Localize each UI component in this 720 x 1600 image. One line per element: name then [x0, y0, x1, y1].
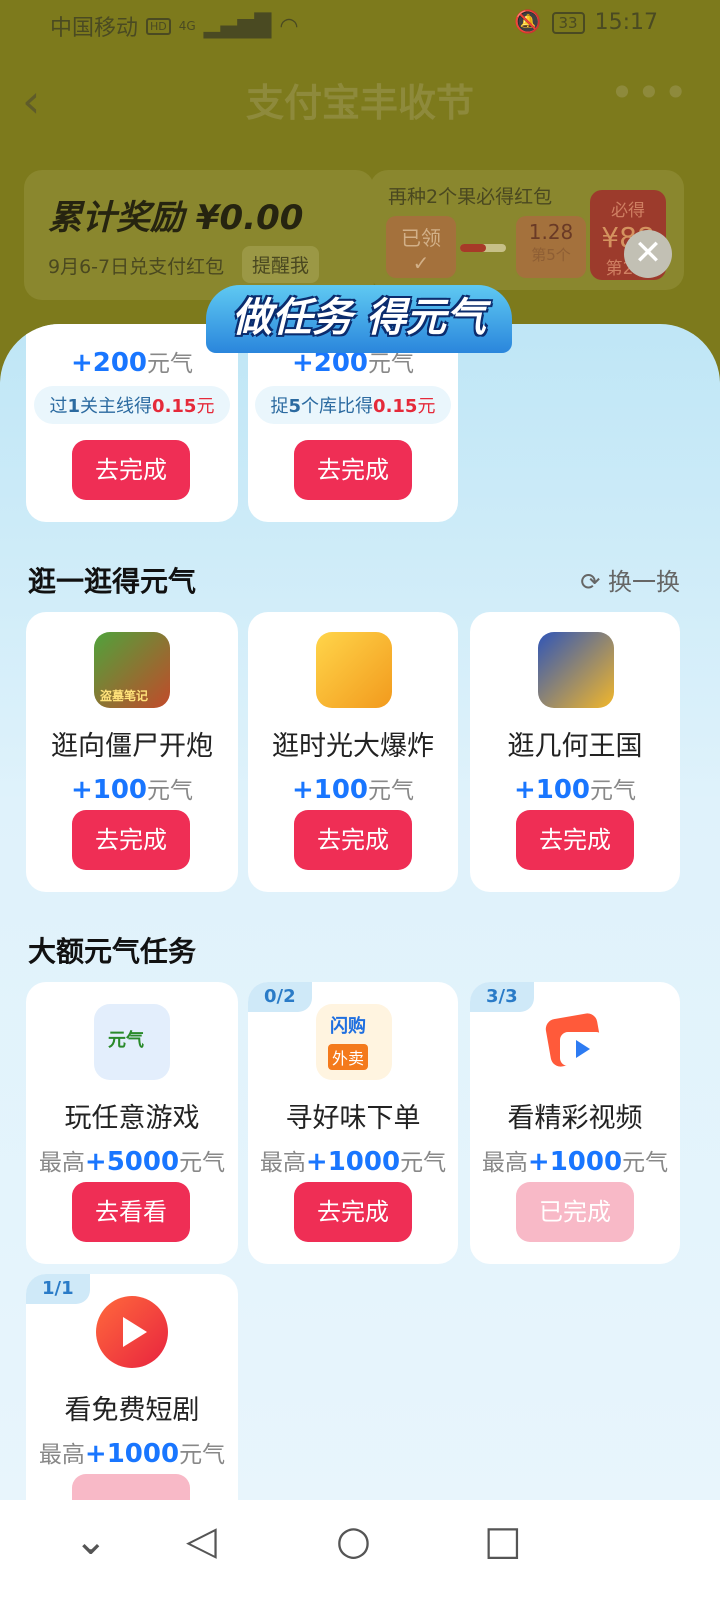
home-circle-icon[interactable]: ○ — [336, 1518, 371, 1564]
complete-button[interactable]: 去完成 — [294, 440, 412, 500]
nav-bar: ‹ 支付宝丰收节 ••• — [0, 60, 720, 140]
browse-name: 逛向僵尸开炮 — [51, 731, 213, 762]
reward-total: 累计奖励 ¥0.00 — [48, 198, 304, 238]
refresh-icon: ⟳ — [580, 568, 601, 596]
next-redpack-box: 1.28 第5个 — [516, 216, 586, 278]
close-icon[interactable]: ✕ — [624, 230, 672, 278]
next-redpack-value: 1.28 — [528, 220, 574, 244]
browse-card[interactable]: 逛几何王国 +100元气 去完成 — [470, 612, 680, 892]
task-banner: 做任务 得元气 — [206, 285, 512, 353]
next-redpack-day: 第5个 — [531, 246, 571, 264]
task-progress: 3/3 — [470, 982, 534, 1012]
browse-card[interactable]: 盗墓笔记 逛向僵尸开炮 +100元气 去完成 — [26, 612, 238, 892]
big-task-card[interactable]: 0/2 闪购 外卖 寻好味下单 最高+1000元气 去完成 — [248, 982, 458, 1264]
mute-icon: 🔕 — [514, 10, 542, 35]
task-progress: 0/2 — [248, 982, 312, 1012]
browse-reward: +100元气 — [513, 775, 637, 805]
browse-section-title: 逛一逛得元气 — [28, 565, 197, 598]
wifi-icon: ◠ — [279, 13, 299, 39]
battery-icon: 33 — [551, 11, 585, 34]
browse-name: 逛时光大爆炸 — [272, 731, 434, 762]
task-condition: 捉5个库比得0.15元 — [254, 386, 452, 424]
refresh-label: 换一换 — [608, 568, 680, 596]
claimed-box: 已领 ✓ — [386, 216, 456, 278]
browse-card[interactable]: 逛时光大爆炸 +100元气 去完成 — [248, 612, 458, 892]
task-progress: 1/1 — [26, 1274, 90, 1304]
done-button: 已完成 — [516, 1182, 634, 1242]
chevron-down-icon[interactable]: ⌄ — [74, 1518, 108, 1564]
redpack-hint: 再种2个果必得红包 — [388, 186, 553, 208]
reward-card[interactable]: 累计奖励 ¥0.00 9月6-7日兑支付红包 提醒我 — [24, 170, 374, 300]
video-icon — [538, 1004, 614, 1080]
claimed-label: 已领 — [401, 226, 441, 250]
big-task-name: 寻好味下单 — [285, 1103, 421, 1134]
redpack-progress — [460, 244, 506, 252]
wizard-game-icon — [538, 632, 614, 708]
game-icon: 元气 — [94, 1004, 170, 1080]
play-icon — [96, 1296, 168, 1368]
big-task-name: 玩任意游戏 — [64, 1103, 200, 1134]
task-card: +200元气 过1关主线得0.15元 去完成 — [26, 324, 238, 522]
big-task-reward: 最高+1000元气 — [38, 1439, 226, 1469]
big-task-card[interactable]: 元气 玩任意游戏 最高+5000元气 去看看 — [26, 982, 238, 1264]
task-card: +200元气 捉5个库比得0.15元 去完成 — [248, 324, 458, 522]
zombie-game-icon: 盗墓笔记 — [94, 632, 170, 708]
big-task-section-title: 大额元气任务 — [28, 935, 197, 968]
reward-subtitle: 9月6-7日兑支付红包 — [48, 256, 225, 278]
system-nav-bar: ⌄ ◁ ○ □ — [0, 1500, 720, 1600]
network-type: 4G — [178, 19, 196, 33]
more-icon[interactable]: ••• — [610, 68, 690, 117]
big-task-card[interactable]: 1/1 看免费短剧 最高+1000元气 — [26, 1274, 238, 1520]
big-task-reward: 最高+1000元气 — [259, 1147, 447, 1177]
must-get-label: 必得 — [611, 201, 645, 221]
big-task-name: 看精彩视频 — [507, 1103, 643, 1134]
signal-icon: ▂▄▆█ — [203, 13, 272, 39]
big-task-reward: 最高+5000元气 — [38, 1147, 226, 1177]
browse-reward: +100元气 — [70, 775, 194, 805]
task-condition: 过1关主线得0.15元 — [33, 386, 231, 424]
complete-button[interactable]: 去完成 — [516, 810, 634, 870]
hd-badge: HD — [146, 17, 171, 35]
carrier-label: 中国移动 — [50, 16, 139, 41]
complete-button[interactable]: 去完成 — [294, 810, 412, 870]
complete-button[interactable]: 去完成 — [72, 440, 190, 500]
recents-square-icon[interactable]: □ — [484, 1518, 522, 1564]
browse-reward: +100元气 — [291, 775, 415, 805]
complete-button[interactable]: 去完成 — [294, 1182, 412, 1242]
takeout-icon: 闪购 外卖 — [316, 1004, 392, 1080]
big-task-card[interactable]: 3/3 看精彩视频 最高+1000元气 已完成 — [470, 982, 680, 1264]
refresh-button[interactable]: ⟳ 换一换 — [580, 562, 680, 597]
status-bar: 中国移动 HD 4G ▂▄▆█ ◠ 🔕 33 15:17 — [0, 0, 720, 50]
task-panel: +200元气 过1关主线得0.15元 去完成 +200元气 捉5个库比得0.15… — [0, 324, 720, 1520]
check-icon: ✓ — [412, 251, 430, 275]
complete-button[interactable]: 去完成 — [72, 810, 190, 870]
big-task-reward: 最高+1000元气 — [481, 1147, 669, 1177]
browse-name: 逛几何王国 — [507, 731, 643, 762]
task-reward: +200元气 — [70, 348, 194, 378]
time-label: 15:17 — [594, 10, 658, 35]
go-see-button[interactable]: 去看看 — [72, 1182, 190, 1242]
back-triangle-icon[interactable]: ◁ — [186, 1518, 217, 1564]
big-task-name: 看免费短剧 — [64, 1395, 200, 1426]
capybara-game-icon — [316, 632, 392, 708]
remind-button[interactable]: 提醒我 — [242, 246, 320, 283]
